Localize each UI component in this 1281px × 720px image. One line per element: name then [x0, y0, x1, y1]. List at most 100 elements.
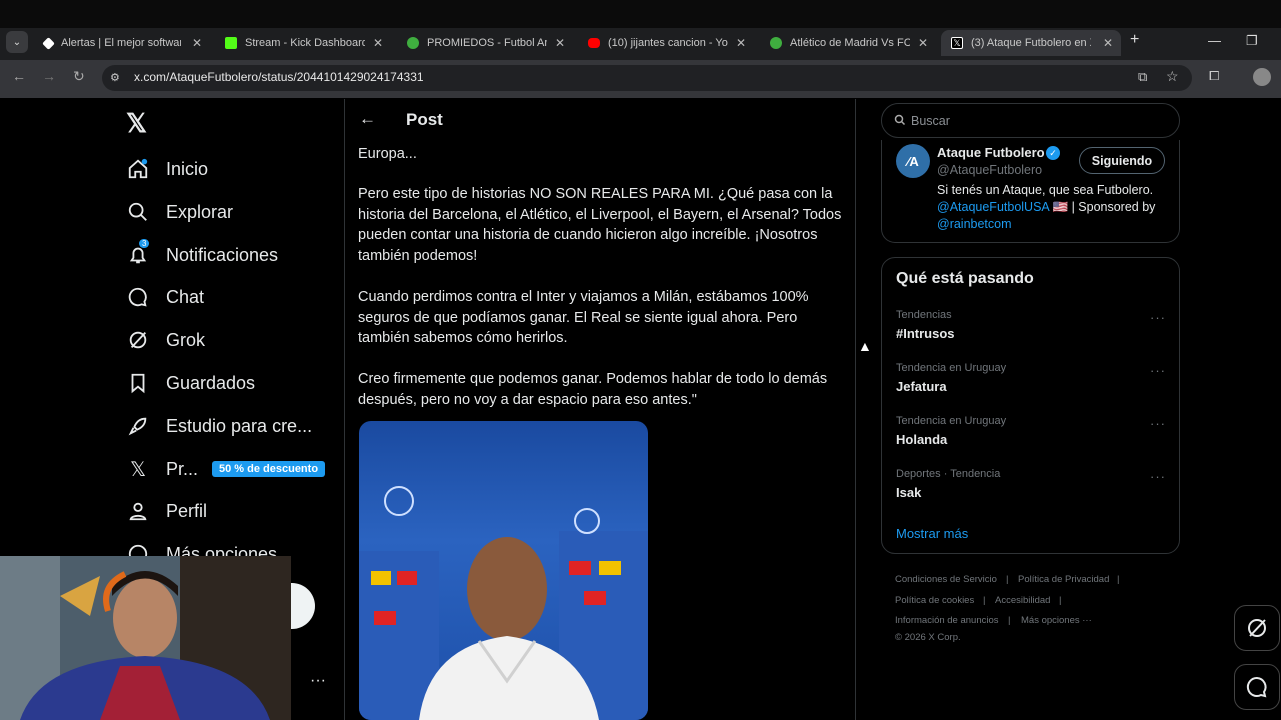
back-arrow-icon[interactable]: ← [359, 109, 376, 129]
sidebar-item-guardados[interactable]: Guardados [126, 368, 255, 398]
footer-link[interactable]: Más opciones ··· [1021, 615, 1092, 626]
trend-name[interactable]: Holanda [896, 432, 947, 447]
tab-atletico[interactable]: Atlético de Madrid Vs FC B ✕ [760, 30, 936, 56]
follow-button[interactable]: Siguiendo [1079, 147, 1165, 174]
promo-badge[interactable]: 50 % de descuento [212, 461, 326, 477]
page-title: Post [406, 110, 443, 129]
more-icon[interactable]: ··· [1150, 416, 1166, 431]
profile-name[interactable]: Ataque Futbolero [937, 145, 1045, 160]
trends-card [881, 257, 1180, 554]
sidebar-item-perfil[interactable]: Perfil [126, 496, 207, 526]
post-image[interactable] [359, 421, 648, 720]
close-icon[interactable]: ✕ [1103, 36, 1113, 50]
profile-avatar[interactable] [1253, 68, 1271, 86]
close-icon[interactable]: ✕ [555, 36, 565, 50]
account-more-icon[interactable]: ··· [310, 672, 326, 690]
x-favicon-icon: 𝕏 [951, 37, 963, 49]
reload-icon[interactable]: ↻ [73, 68, 85, 85]
trend-name[interactable]: Isak [896, 485, 921, 500]
sidebar-item-chat[interactable]: Chat [126, 282, 204, 312]
promiedos-favicon-icon [407, 37, 419, 49]
extensions-icon[interactable]: ⧠ [1209, 68, 1219, 84]
bio-link[interactable]: @rainbetcom [937, 217, 1012, 231]
close-icon[interactable]: ✕ [373, 36, 383, 50]
back-icon[interactable]: ← [12, 68, 26, 84]
close-icon[interactable]: ✕ [918, 36, 928, 50]
tab-alertas[interactable]: Alertas | El mejor software ✕ [34, 30, 210, 56]
sidebar-item-label: Estudio para cre... [166, 415, 313, 436]
bio-text: 🇺🇸 | Sponsored by [1049, 200, 1156, 214]
bookmark-icon [126, 371, 150, 395]
url-text[interactable]: x.com/AtaqueFutbolero/status/20441014290… [134, 70, 424, 84]
profile-handle[interactable]: @AtaqueFutbolero [937, 163, 1042, 177]
footer-copyright: © 2026 X Corp. [895, 632, 961, 643]
sidebar-item-label: Guardados [166, 372, 256, 393]
bio-link[interactable]: @AtaqueFutbolUSA [937, 200, 1049, 214]
bookmark-star-icon[interactable]: ☆ [1166, 68, 1179, 85]
avatar[interactable]: ⁄A [896, 144, 930, 178]
sidebar-item-explorar[interactable]: Explorar [126, 197, 233, 227]
profile-bio-line1: Si tenés un Ataque, que sea Futbolero. [937, 183, 1154, 197]
sidebar-item-inicio[interactable]: Inicio [126, 154, 208, 184]
close-icon[interactable]: ✕ [736, 36, 746, 50]
close-icon[interactable]: ✕ [192, 36, 202, 50]
alert-favicon-icon [42, 36, 55, 50]
maximize-button[interactable]: ❐ [1246, 33, 1258, 49]
tab-search-button[interactable]: ⌄ [6, 31, 28, 53]
minimize-button[interactable]: — [1208, 33, 1221, 48]
tab-title: (10) jijantes cancion - YouT [608, 37, 728, 49]
left-divider [344, 99, 345, 720]
footer-link[interactable]: Política de cookies [895, 595, 974, 606]
trend-name[interactable]: Jefatura [896, 379, 947, 394]
sidebar-item-label: Chat [166, 286, 205, 307]
sidebar-item-estudio[interactable]: Estudio para cre... [126, 411, 312, 441]
more-icon[interactable]: ··· [1150, 310, 1166, 325]
sidebar-item-label: Notificaciones [166, 244, 279, 265]
sidebar-item-notificaciones[interactable]: 3 Notificaciones [126, 239, 279, 270]
install-app-icon[interactable]: ⧉ [1138, 69, 1147, 85]
footer-separator: | [1059, 595, 1062, 606]
grok-icon [1248, 619, 1266, 637]
right-divider [855, 99, 856, 720]
press-conference-photo [359, 486, 648, 720]
sidebar-item-label: Perfil [166, 500, 208, 521]
post-paragraph: Europa... [358, 146, 417, 162]
sidebar-item-premium[interactable]: 𝕏 Pr... [126, 454, 198, 484]
footer-separator: | [1117, 574, 1120, 585]
footer-link[interactable]: Política de Privacidad [1018, 574, 1109, 585]
footer-link[interactable]: Información de anuncios [895, 615, 999, 626]
sidebar-item-label: Explorar [166, 201, 234, 222]
more-icon[interactable]: ··· [1150, 469, 1166, 484]
x-logo-icon: 𝕏 [129, 458, 147, 481]
trend-name[interactable]: #Intrusos [896, 326, 955, 341]
chat-icon [1246, 676, 1267, 698]
chat-floating-button[interactable] [1234, 664, 1280, 710]
more-icon[interactable]: ··· [1150, 363, 1166, 378]
trend-category: Tendencia en Uruguay [896, 362, 1007, 374]
search-icon [894, 113, 906, 131]
trend-category: Tendencia en Uruguay [896, 415, 1007, 427]
site-settings-icon[interactable]: ⚙ [110, 71, 120, 84]
footer-separator: | [1008, 615, 1011, 626]
forward-icon[interactable]: → [42, 68, 56, 84]
x-logo-icon[interactable]: 𝕏 [126, 108, 147, 139]
tab-title: PROMIEDOS - Futbol Arge [427, 37, 547, 49]
tab-ataque-futbolero[interactable]: 𝕏 (3) Ataque Futbolero en X: ✕ [941, 30, 1121, 56]
tab-kick[interactable]: Stream - Kick Dashboard ✕ [215, 30, 391, 56]
mouse-cursor-icon: ▲ [858, 338, 872, 354]
webcam-overlay [0, 556, 291, 720]
footer-separator: | [1006, 574, 1009, 585]
sidebar-item-grok[interactable]: Grok [126, 325, 205, 355]
tab-youtube[interactable]: (10) jijantes cancion - YouT ✕ [578, 30, 754, 56]
grok-floating-button[interactable] [1234, 605, 1280, 651]
bell-icon: 3 [126, 239, 150, 267]
rocket-icon [126, 414, 150, 438]
show-more-link[interactable]: Mostrar más [896, 526, 968, 541]
tab-promiedos[interactable]: PROMIEDOS - Futbol Arge ✕ [397, 30, 573, 56]
new-tab-button[interactable]: + [1130, 31, 1139, 49]
footer-link[interactable]: Accesibilidad [995, 595, 1050, 606]
footer-link[interactable]: Condiciones de Servicio [895, 574, 997, 585]
profile-bio-line2: @AtaqueFutbolUSA 🇺🇸 | Sponsored by [937, 200, 1155, 215]
tab-title: Stream - Kick Dashboard [245, 37, 365, 49]
tab-title: Atlético de Madrid Vs FC B [790, 37, 910, 49]
